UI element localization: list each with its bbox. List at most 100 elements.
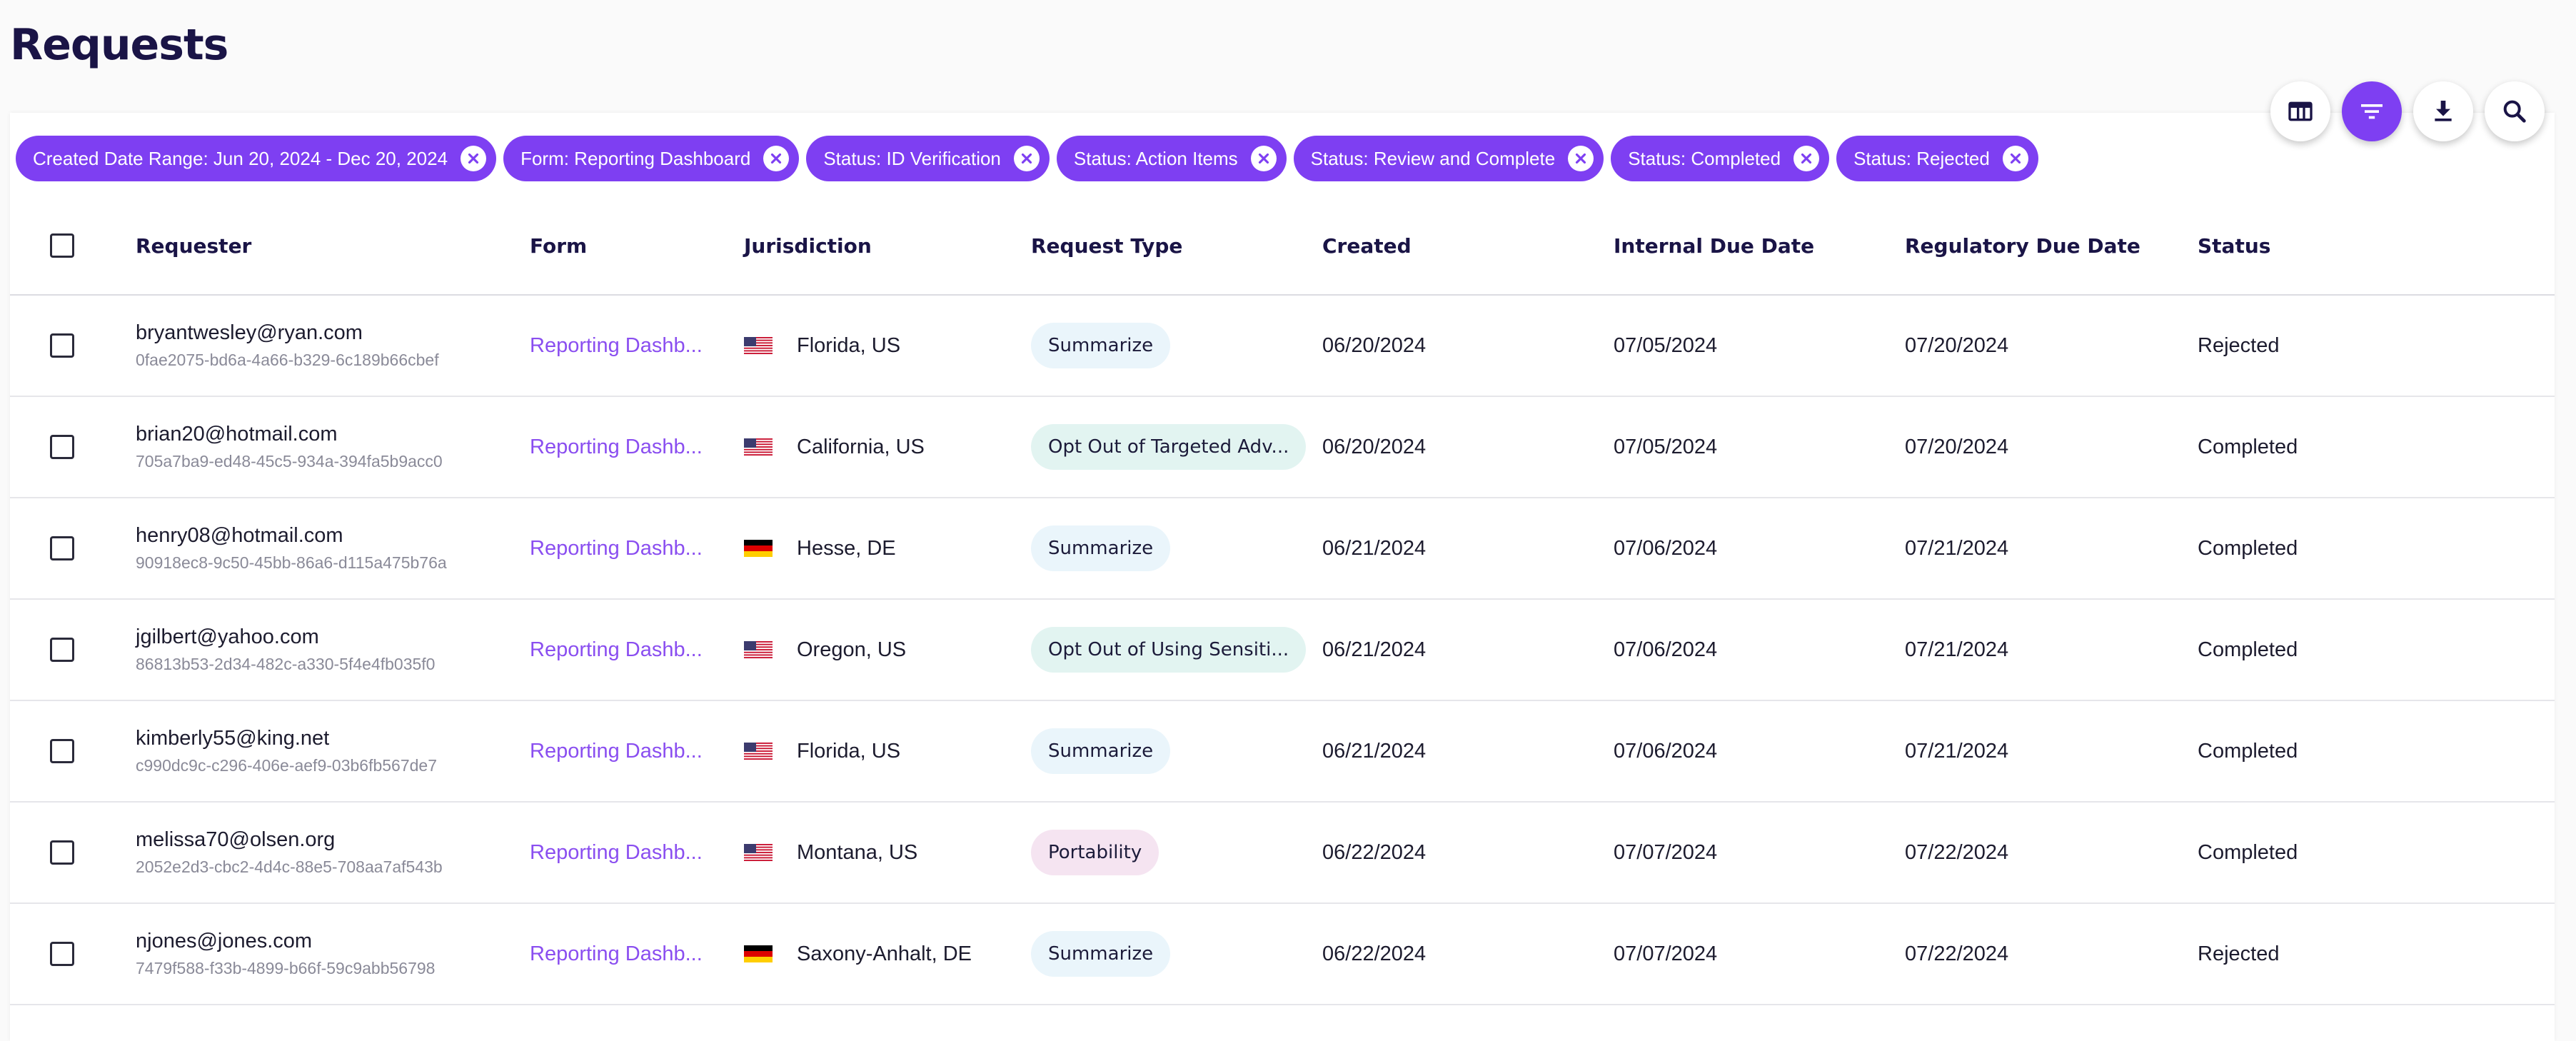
form-cell: Reporting Dashb... [530,600,703,700]
request-id: 705a7ba9-ed48-45c5-934a-394fa5b9acc0 [136,452,443,471]
table-row[interactable]: brian20@hotmail.com 705a7ba9-ed48-45c5-93… [10,397,2555,498]
created-date: 06/20/2024 [1322,333,1427,357]
regulatory-due-date: 07/20/2024 [1905,435,2009,458]
jurisdiction-cell: Florida, US [744,701,900,801]
filter-chip-status-id-verification: Status: ID Verification [806,136,1050,181]
flag-de-icon [744,945,773,962]
request-type-badge: Summarize [1031,323,1171,368]
table-row[interactable]: henry08@hotmail.com 90918ec8-9c50-45bb-86… [10,498,2555,600]
jurisdiction-label: California, US [797,435,925,458]
filter-chip-created-date: Created Date Range: Jun 20, 2024 - Dec 2… [16,136,497,181]
jurisdiction-label: Florida, US [797,333,901,357]
request-type-cell: Summarize [1031,904,1171,1004]
header-internal-due-date[interactable]: Internal Due Date [1614,197,1814,294]
header-request-type[interactable]: Request Type [1031,197,1182,294]
chip-remove-button[interactable] [1013,146,1040,171]
row-select-cell [50,803,74,902]
download-icon [2435,101,2452,121]
jurisdiction-cell: Florida, US [744,296,900,396]
requester-cell: melissa70@olsen.org 2052e2d3-cbc2-4d4c-88… [136,803,443,902]
select-all-checkbox[interactable] [50,233,74,258]
form-cell: Reporting Dashb... [530,498,703,598]
internal-due-date: 07/05/2024 [1614,435,1718,458]
form-link[interactable]: Reporting Dashb... [530,740,703,763]
header-regulatory-due-date[interactable]: Regulatory Due Date [1905,197,2140,294]
status-label: Completed [2198,739,2298,763]
filter-chips: Created Date Range: Jun 20, 2024 - Dec 2… [16,136,2038,181]
row-select-cell [50,498,74,598]
table-row[interactable]: njones@jones.com 7479f588-f33b-4899-b66f-… [10,904,2555,1005]
header-requester[interactable]: Requester [136,197,251,294]
form-cell: Reporting Dashb... [530,904,703,1004]
request-id: c990dc9c-c296-406e-aef9-03b6fb567de7 [136,756,437,775]
row-checkbox[interactable] [50,638,74,662]
jurisdiction-label: Florida, US [797,739,901,763]
row-select-cell [50,397,74,497]
regulatory-due-date: 07/21/2024 [1905,739,2009,763]
header-created[interactable]: Created [1322,197,1412,294]
jurisdiction-label: Saxony-Anhalt, DE [797,942,972,965]
form-link[interactable]: Reporting Dashb... [530,638,703,662]
close-icon [1801,153,1812,164]
form-link[interactable]: Reporting Dashb... [530,537,703,560]
request-type-cell: Summarize [1031,296,1171,396]
flag-us-icon [744,438,773,456]
search-button[interactable] [2485,81,2545,141]
header-status[interactable]: Status [2198,197,2270,294]
internal-due-date: 07/06/2024 [1614,536,1718,560]
search-icon [2503,100,2526,123]
form-link[interactable]: Reporting Dashb... [530,436,703,459]
row-checkbox[interactable] [50,435,74,459]
chip-label: Status: Completed [1628,147,1781,169]
table-row[interactable]: melissa70@olsen.org 2052e2d3-cbc2-4d4c-88… [10,803,2555,904]
table-row[interactable]: kimberly55@king.net c990dc9c-c296-406e-ae… [10,701,2555,803]
chip-remove-button[interactable] [2002,146,2028,171]
chip-label: Status: Review and Complete [1310,147,1556,169]
form-link[interactable]: Reporting Dashb... [530,841,703,865]
chip-remove-button[interactable] [1793,146,1820,171]
request-type-badge: Portability [1031,830,1159,875]
chip-remove-button[interactable] [1250,146,1277,171]
requests-table: Requester Form Jurisdiction Request Type… [10,197,2555,1005]
row-checkbox[interactable] [50,942,74,966]
row-select-cell [50,904,74,1004]
chip-remove-button[interactable] [461,146,487,171]
flag-de-icon [744,540,773,557]
form-link[interactable]: Reporting Dashb... [530,942,703,966]
chip-remove-button[interactable] [763,146,790,171]
request-id: 0fae2075-bd6a-4a66-b329-6c189b66cbef [136,351,439,369]
columns-button[interactable] [2270,81,2330,141]
table-row[interactable]: jgilbert@yahoo.com 86813b53-2d34-482c-a33… [10,600,2555,701]
requester-cell: jgilbert@yahoo.com 86813b53-2d34-482c-a33… [136,600,435,700]
created-date: 06/22/2024 [1322,840,1427,864]
row-checkbox[interactable] [50,739,74,763]
internal-due-date: 07/07/2024 [1614,840,1718,864]
request-type-cell: Opt Out of Using Sensiti... [1031,600,1307,700]
close-icon [1576,153,1586,164]
header-form[interactable]: Form [530,197,587,294]
filter-chip-status-rejected: Status: Rejected [1836,136,2038,181]
row-select-cell [50,296,74,396]
created-date: 06/21/2024 [1322,536,1427,560]
flag-us-icon [744,337,773,354]
row-checkbox[interactable] [50,333,74,358]
request-id: 7479f588-f33b-4899-b66f-59c9abb56798 [136,959,436,977]
requester-email: jgilbert@yahoo.com [136,625,319,648]
request-type-cell: Summarize [1031,498,1171,598]
form-cell: Reporting Dashb... [530,397,703,497]
filter-button[interactable] [2342,81,2402,141]
requester-cell: henry08@hotmail.com 90918ec8-9c50-45bb-86… [136,498,447,598]
regulatory-due-date: 07/21/2024 [1905,638,2009,661]
close-icon [771,153,782,164]
form-link[interactable]: Reporting Dashb... [530,334,703,358]
status-label: Rejected [2198,942,2280,965]
chip-label: Form: Reporting Dashboard [520,147,751,169]
request-type-badge: Opt Out of Using Sensiti... [1031,627,1307,673]
table-row[interactable]: bryantwesley@ryan.com 0fae2075-bd6a-4a66-… [10,296,2555,397]
close-icon [1021,153,1032,164]
header-jurisdiction[interactable]: Jurisdiction [744,197,872,294]
chip-remove-button[interactable] [1568,146,1594,171]
row-checkbox[interactable] [50,840,74,865]
download-button[interactable] [2413,81,2473,141]
row-checkbox[interactable] [50,536,74,560]
